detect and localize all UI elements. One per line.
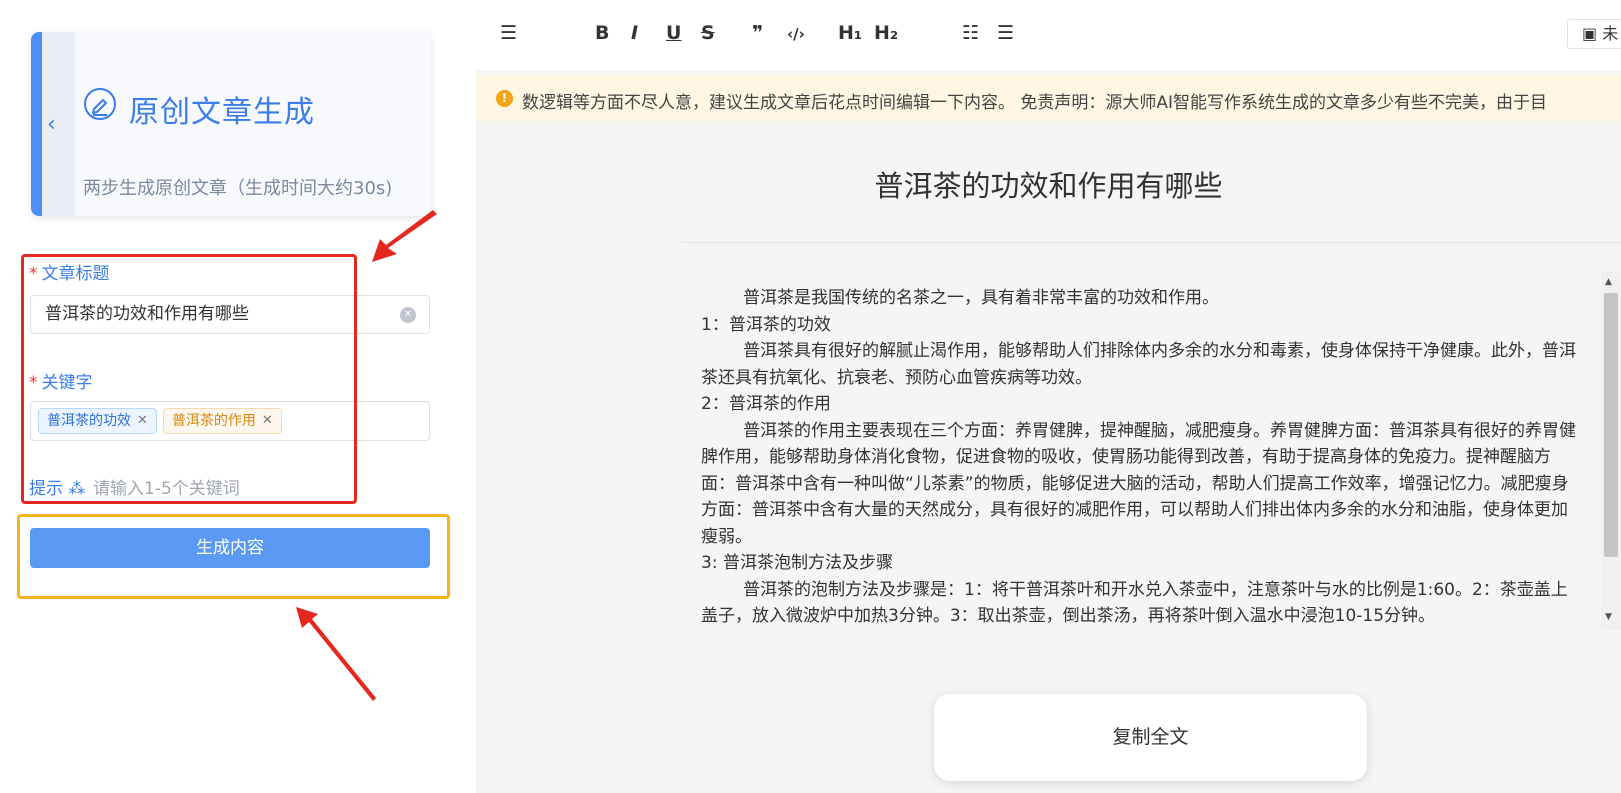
title-divider	[681, 242, 1621, 243]
left-panel: ‹ 原创文章生成 两步生成原创文章（生成时间大约30s) * 文章标题 普洱茶的功…	[0, 0, 476, 793]
article-paragraph: 2：普洱茶的作用	[701, 394, 831, 414]
clear-icon[interactable]: ✕	[400, 307, 416, 323]
save-button[interactable]: ▣ 未	[1567, 19, 1621, 49]
heading2-button[interactable]: H₂	[874, 22, 898, 44]
notice-text: 数逻辑等方面不尽人意，建议生成文章后花点时间编辑一下内容。 免责声明：源大师AI…	[522, 93, 1548, 113]
card-accent-bar	[31, 32, 42, 216]
card-subtitle: 两步生成原创文章（生成时间大约30s)	[83, 178, 393, 199]
quote-button[interactable]: ❞	[752, 22, 763, 44]
underline-button[interactable]: U	[666, 22, 681, 44]
indent-icon[interactable]: ☰	[500, 22, 517, 44]
scrollbar-thumb[interactable]	[1604, 293, 1618, 557]
article-paragraph: 普洱茶具有很好的解腻止渴作用，能够帮助人们排除体内多余的水分和毒素，使身体保持干…	[701, 341, 1576, 388]
editor-panel: ☰ B I U S ❞ ‹/› H₁ H₂ ☷ ☰ ▣ 未 ! 数逻辑等方面不尽…	[476, 0, 1621, 793]
article-paragraph: 普洱茶是我国传统的名茶之一，具有着非常丰富的功效和作用。	[743, 288, 1219, 308]
save-icon: ▣	[1582, 24, 1598, 43]
back-icon[interactable]: ‹	[47, 112, 56, 137]
annotation-red-box	[21, 254, 357, 504]
code-button[interactable]: ‹/›	[787, 25, 805, 43]
article-paragraph: 普洱茶的泡制方法及步骤是：1：将干普洱茶叶和开水兑入茶壶中，注意茶叶与水的比例是…	[701, 579, 1568, 627]
italic-button[interactable]: I	[631, 22, 638, 44]
scroll-up-icon[interactable]: ▲	[1605, 277, 1612, 287]
bold-button[interactable]: B	[595, 22, 609, 44]
heading1-button[interactable]: H₁	[838, 22, 862, 44]
card-title: 原创文章生成	[129, 95, 315, 130]
scroll-down-icon[interactable]: ▼	[1605, 612, 1612, 622]
article-paragraph: 1：普洱茶的功效	[701, 314, 831, 335]
article-paragraph: 普洱茶的作用主要表现在三个方面：养胃健脾，提神醒脑，减肥瘦身。养胃健脾方面：普洱…	[701, 420, 1576, 547]
notice-bar: ! 数逻辑等方面不尽人意，建议生成文章后花点时间编辑一下内容。 免责声明：源大师…	[476, 75, 1621, 121]
editor-toolbar: ☰ B I U S ❞ ‹/› H₁ H₂ ☷ ☰ ▣ 未	[476, 0, 1621, 70]
copy-all-button[interactable]: 复制全文	[934, 694, 1367, 781]
tool-card: ‹ 原创文章生成 两步生成原创文章（生成时间大约30s)	[31, 32, 431, 216]
pen-icon	[84, 88, 116, 120]
warning-icon: !	[496, 90, 513, 107]
article-title[interactable]: 普洱茶的功效和作用有哪些	[476, 163, 1621, 205]
arrow-bottom-icon	[296, 607, 376, 701]
annotation-yellow-box	[17, 514, 450, 599]
ordered-list-icon[interactable]: ☷	[962, 22, 979, 44]
arrow-top-icon	[372, 210, 437, 262]
bullet-list-icon[interactable]: ☰	[997, 22, 1014, 44]
article-paragraph: 3: 普洱茶泡制方法及步骤	[701, 553, 893, 573]
article-content[interactable]: 普洱茶是我国传统的名茶之一，具有着非常丰富的功效和作用。 1：普洱茶的功效普洱茶具…	[701, 285, 1581, 631]
save-label: 未	[1602, 24, 1619, 43]
strikethrough-button[interactable]: S	[701, 22, 715, 44]
